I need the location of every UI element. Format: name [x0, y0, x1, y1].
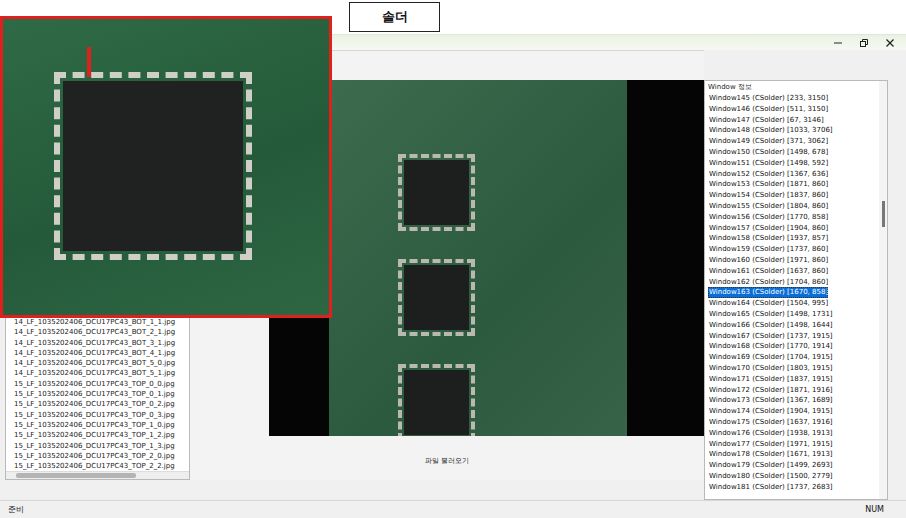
- window-controls: [832, 37, 896, 49]
- file-item[interactable]: 15_LF_1035202406_DCU17PC43_TOP_0_1.jpg: [14, 389, 189, 399]
- window-info-panel: Window 정보Window145 (CSolder) [233, 3150]…: [704, 80, 888, 500]
- file-item[interactable]: 14_LF_1035202406_DCU17PC43_BOT_3_1.jpg: [14, 338, 189, 348]
- file-item[interactable]: 14_LF_1035202406_DCU17PC43_BOT_1_1.jpg: [14, 317, 189, 327]
- pcb-image: [269, 80, 704, 436]
- file-item[interactable]: 15_LF_1035202406_DCU17PC43_TOP_0_0.jpg: [14, 379, 189, 389]
- window-item[interactable]: Window179 (CSolder) [1499, 2693]: [708, 460, 879, 471]
- window-item[interactable]: Window147 (CSolder) [67, 3146]: [708, 115, 879, 126]
- window-item[interactable]: Window174 (CSolder) [1904, 1915]: [708, 406, 879, 417]
- file-item[interactable]: 15_LF_1035202406_DCU17PC43_TOP_0_2.jpg: [14, 399, 189, 409]
- close-icon[interactable]: [884, 37, 896, 49]
- window-item[interactable]: Window155 (CSolder) [1804, 860]: [708, 201, 879, 212]
- file-item[interactable]: 15_LF_1035202406_DCU17PC43_TOP_0_3.jpg: [14, 410, 189, 420]
- file-item[interactable]: 15_LF_1035202406_DCU17PC43_TOP_1_0.jpg: [14, 420, 189, 430]
- window-item[interactable]: Window168 (CSolder) [1770, 1914]: [708, 341, 879, 352]
- file-item[interactable]: 14_LF_1035202406_DCU17PC43_BOT_2_1.jpg: [14, 327, 189, 337]
- window-item[interactable]: Window180 (CSolder) [1500, 2779]: [708, 471, 879, 482]
- mode-label: 솔더: [349, 2, 440, 32]
- app-window: 솔더 14_LF_1035202406_DCU17PC43_BOT_1_1.jpg…: [0, 0, 906, 518]
- window-item[interactable]: Window181 (CSolder) [1737, 2683]: [708, 482, 879, 493]
- file-item[interactable]: 14_LF_1035202406_DCU17PC43_BOT_4_1.jpg: [14, 348, 189, 358]
- window-item[interactable]: Window153 (CSolder) [1871, 860]: [708, 179, 879, 190]
- window-item[interactable]: Window164 (CSolder) [1504, 995]: [708, 298, 879, 309]
- window-info-list: Window 정보Window145 (CSolder) [233, 3150]…: [705, 81, 879, 499]
- window-item[interactable]: Window163 (CSolder) [1670, 858]: [708, 287, 828, 298]
- window-item[interactable]: Window145 (CSolder) [233, 3150]: [708, 93, 879, 104]
- chip-shape: [404, 370, 469, 435]
- window-item[interactable]: Window172 (CSolder) [1871, 1916]: [708, 385, 879, 396]
- file-item[interactable]: 14_LF_1035202406_DCU17PC43_BOT_5_1.jpg: [14, 368, 189, 378]
- window-item[interactable]: Window158 (CSolder) [1937, 857]: [708, 233, 879, 244]
- file-item[interactable]: 15_LF_1035202406_DCU17PC43_TOP_2_2.jpg: [14, 461, 189, 471]
- status-text: 준비: [8, 504, 24, 515]
- file-item[interactable]: 15_LF_1035202406_DCU17PC43_TOP_1_2.jpg: [14, 430, 189, 440]
- highlight-mark: [87, 47, 91, 77]
- window-item[interactable]: Window157 (CSolder) [1904, 860]: [708, 223, 879, 234]
- window-item[interactable]: Window159 (CSolder) [1737, 860]: [708, 244, 879, 255]
- window-item[interactable]: Window146 (CSolder) [511, 3150]: [708, 104, 879, 115]
- list-title: Window 정보: [708, 82, 879, 93]
- status-bar: 준비 NUM: [0, 500, 906, 518]
- chip-shape: [404, 265, 469, 330]
- window-item[interactable]: Window149 (CSolder) [371, 3062]: [708, 136, 879, 147]
- window-item[interactable]: Window167 (CSolder) [1737, 1915]: [708, 331, 879, 342]
- window-item[interactable]: Window169 (CSolder) [1704, 1915]: [708, 352, 879, 363]
- file-item[interactable]: 15_LF_1035202406_DCU17PC43_TOP_1_3.jpg: [14, 441, 189, 451]
- window-item[interactable]: Window178 (CSolder) [1671, 1913]: [708, 449, 879, 460]
- chip-shape: [404, 160, 469, 225]
- zoom-inset: [0, 16, 332, 318]
- window-item[interactable]: Window154 (CSolder) [1837, 860]: [708, 190, 879, 201]
- window-item[interactable]: Window165 (CSolder) [1498, 1731]: [708, 309, 879, 320]
- window-item[interactable]: Window162 (CSolder) [1704, 860]: [708, 277, 879, 288]
- minimize-icon[interactable]: [832, 37, 844, 49]
- vertical-scrollbar[interactable]: [879, 81, 887, 499]
- window-item[interactable]: Window177 (CSolder) [1971, 1915]: [708, 439, 879, 450]
- num-indicator: NUM: [865, 505, 884, 514]
- window-item[interactable]: Window156 (CSolder) [1770, 858]: [708, 212, 879, 223]
- window-item[interactable]: Window175 (CSolder) [1637, 1916]: [708, 417, 879, 428]
- window-item[interactable]: Window170 (CSolder) [1803, 1915]: [708, 363, 879, 374]
- window-item[interactable]: Window150 (CSolder) [1498, 678]: [708, 147, 879, 158]
- window-item[interactable]: Window151 (CSolder) [1498, 592]: [708, 158, 879, 169]
- scroll-thumb[interactable]: [16, 473, 136, 478]
- window-item[interactable]: Window171 (CSolder) [1837, 1915]: [708, 374, 879, 385]
- window-item[interactable]: Window161 (CSolder) [1637, 860]: [708, 266, 879, 277]
- file-item[interactable]: 15_LF_1035202406_DCU17PC43_TOP_2_0.jpg: [14, 451, 189, 461]
- window-item[interactable]: Window148 (CSolder) [1033, 3706]: [708, 125, 879, 136]
- window-item[interactable]: Window166 (CSolder) [1498, 1644]: [708, 320, 879, 331]
- window-item[interactable]: Window176 (CSolder) [1938, 1913]: [708, 428, 879, 439]
- chip-shape: [63, 81, 243, 251]
- scroll-thumb[interactable]: [882, 201, 885, 227]
- restore-icon[interactable]: [858, 37, 870, 49]
- pcb-board: [329, 80, 627, 436]
- window-item[interactable]: Window152 (CSolder) [1367, 636]: [708, 169, 879, 180]
- load-file-button[interactable]: 파일 불러오기: [419, 454, 475, 468]
- window-item[interactable]: Window160 (CSolder) [1971, 860]: [708, 255, 879, 266]
- file-item[interactable]: 14_LF_1035202406_DCU17PC43_BOT_5_0.jpg: [14, 358, 189, 368]
- window-item[interactable]: Window173 (CSolder) [1367, 1689]: [708, 395, 879, 406]
- horizontal-scrollbar[interactable]: [6, 471, 189, 479]
